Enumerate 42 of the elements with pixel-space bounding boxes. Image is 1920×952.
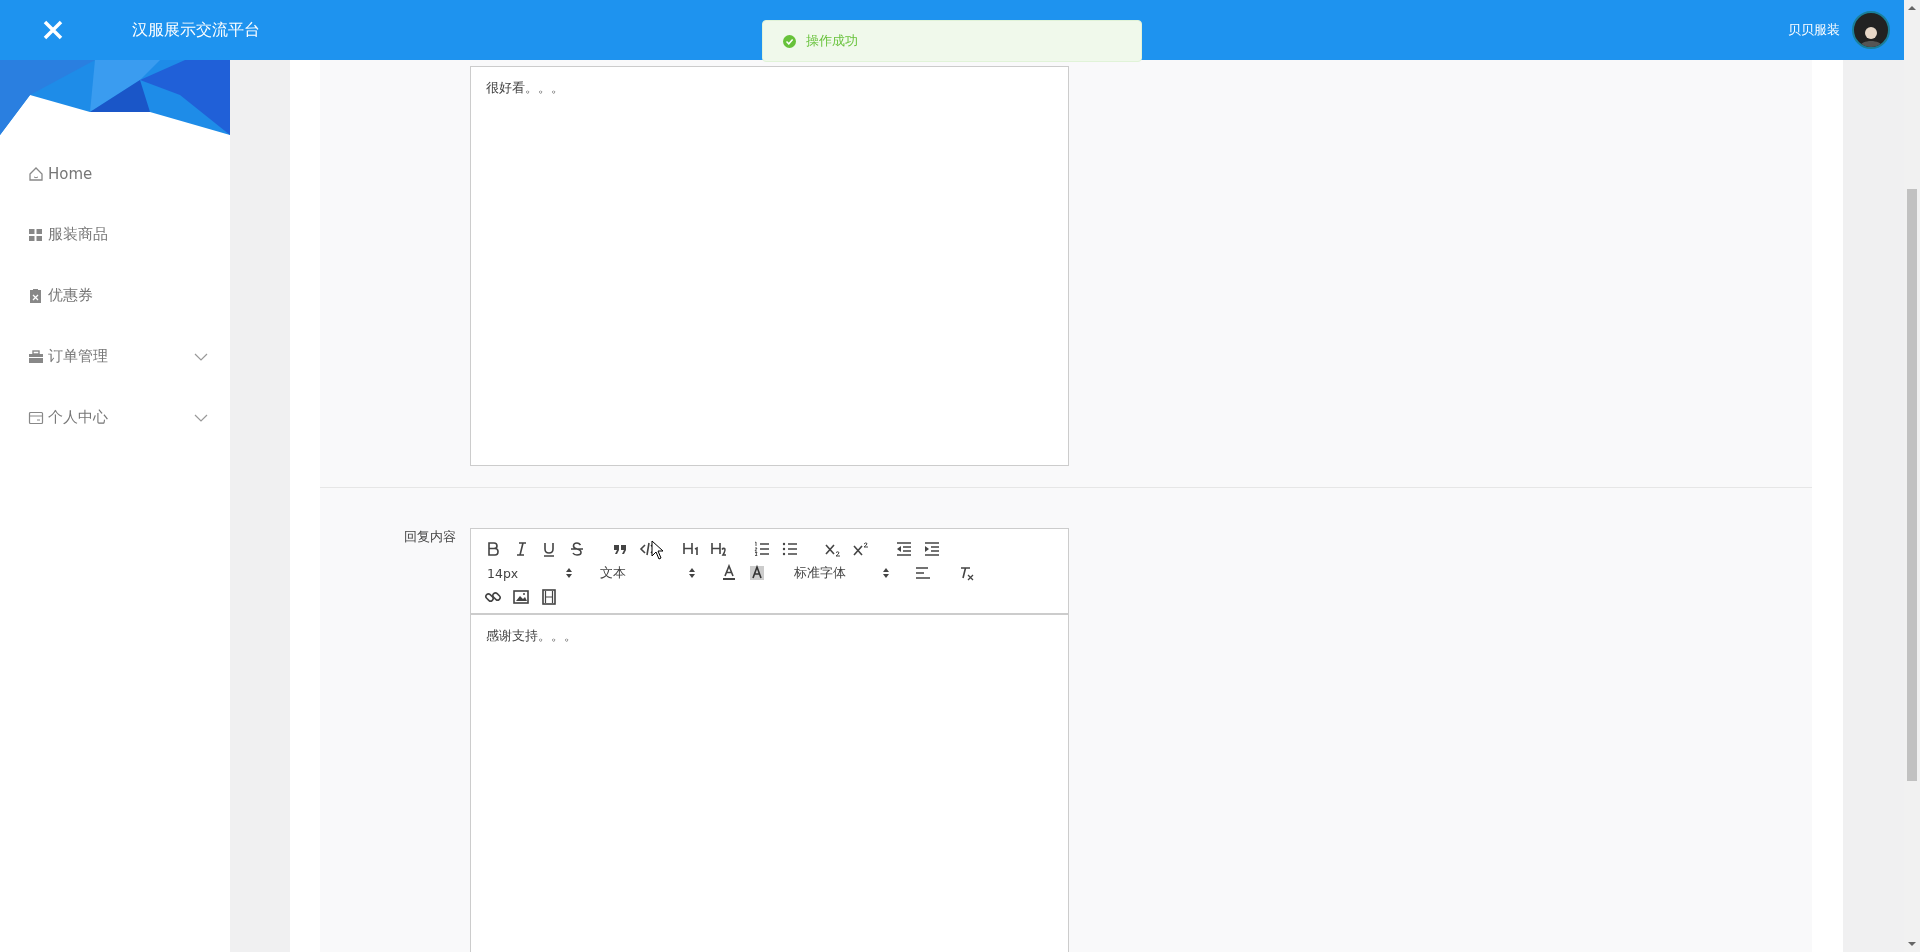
toast-message: 操作成功 bbox=[806, 32, 858, 50]
user-avatar[interactable] bbox=[1852, 11, 1890, 49]
menu-item[interactable]: 订单管理 bbox=[0, 326, 230, 387]
menu-item[interactable]: 服装商品 bbox=[0, 204, 230, 265]
menu-item[interactable]: 个人中心 bbox=[0, 387, 230, 448]
editor-content[interactable]: 感谢支持。。。 bbox=[470, 614, 1069, 952]
video-icon bbox=[540, 588, 558, 606]
close-icon bbox=[42, 19, 64, 41]
toolbar-select[interactable]: 标准字体 bbox=[786, 561, 894, 585]
image-icon bbox=[512, 588, 530, 606]
mouse-cursor-icon bbox=[651, 540, 664, 560]
user-name[interactable]: 贝贝服装 bbox=[1788, 21, 1840, 39]
heading-two-icon bbox=[710, 540, 728, 558]
sort-caret-icon bbox=[688, 567, 696, 579]
toolbar-select[interactable]: 14px bbox=[479, 561, 577, 585]
field-label: 回复内容 bbox=[404, 529, 456, 544]
numbered-list-icon bbox=[753, 540, 771, 558]
home-icon bbox=[28, 165, 44, 182]
card-icon bbox=[28, 409, 44, 426]
clipboard-icon bbox=[28, 287, 44, 304]
bullet-list-icon bbox=[781, 540, 799, 558]
success-icon bbox=[783, 34, 796, 48]
align-left-icon bbox=[914, 564, 932, 582]
editor-text: 很好看。。。 bbox=[486, 79, 564, 97]
editor-text: 感谢支持。。。 bbox=[486, 627, 577, 645]
briefcase-icon bbox=[28, 348, 44, 365]
text-color-icon bbox=[720, 564, 738, 582]
sort-caret-icon bbox=[565, 567, 573, 579]
superscript-icon bbox=[852, 540, 870, 558]
toolbar-select[interactable]: 文本 bbox=[592, 561, 700, 585]
scrollbar-thumb[interactable] bbox=[1907, 189, 1917, 781]
grid-icon bbox=[28, 226, 44, 243]
menu-item[interactable]: Home bbox=[0, 143, 230, 204]
indent-icon bbox=[923, 540, 941, 558]
menu-item[interactable]: 优惠券 bbox=[0, 265, 230, 326]
strikethrough-icon bbox=[568, 540, 586, 558]
highlight-icon bbox=[748, 564, 766, 582]
outdent-icon bbox=[895, 540, 913, 558]
heading-one-icon bbox=[682, 540, 700, 558]
app-title: 汉服展示交流平台 bbox=[132, 19, 260, 41]
sort-caret-icon bbox=[882, 567, 890, 579]
editor-content[interactable]: 很好看。。。 bbox=[470, 66, 1069, 466]
